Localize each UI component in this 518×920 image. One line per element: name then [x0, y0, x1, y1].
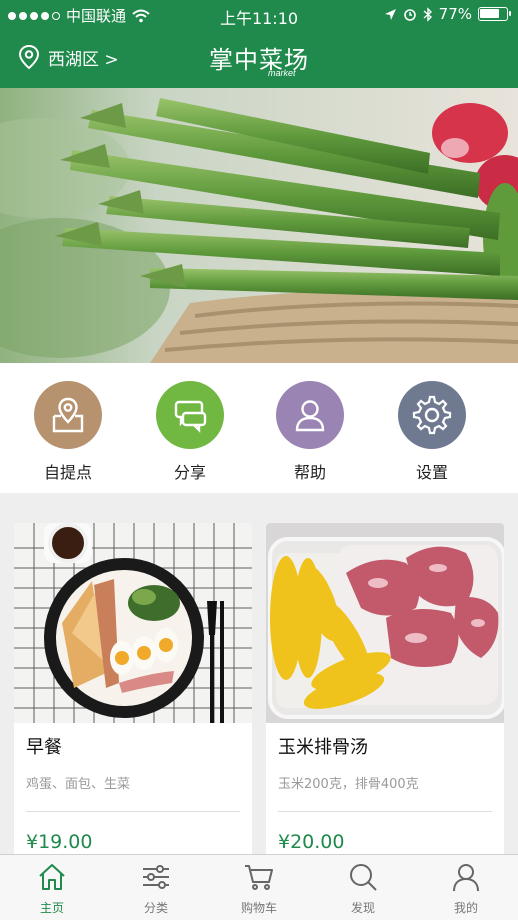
person-icon — [295, 400, 325, 432]
gear-icon — [412, 395, 452, 435]
tab-discover[interactable]: 发现 — [311, 861, 415, 916]
product-image — [266, 523, 504, 723]
brand-logo: 掌中菜场 market — [209, 46, 309, 78]
quick-nav: 自提点 分享 帮助 设置 — [0, 363, 518, 493]
quick-item-label: 分享 — [173, 463, 206, 482]
tab-mine[interactable]: 我的 — [414, 861, 518, 916]
divider — [26, 811, 240, 812]
tab-label: 发现 — [350, 901, 375, 915]
quick-item-help[interactable]: 帮助 — [260, 381, 360, 483]
status-bar: 中国联通 上午11:10 77% — [0, 0, 518, 30]
search-icon — [350, 864, 377, 891]
quick-item-label: 帮助 — [293, 463, 326, 482]
map-pin-icon — [52, 397, 84, 433]
sliders-icon — [143, 865, 169, 889]
promo-banner[interactable] — [0, 88, 518, 363]
product-name: 早餐 — [26, 737, 62, 758]
quick-item-pickup[interactable]: 自提点 — [18, 381, 118, 483]
divider — [278, 811, 492, 812]
tab-label: 分类 — [143, 901, 168, 915]
quick-item-share[interactable]: 分享 — [140, 381, 240, 483]
breakfast-plate-image — [14, 523, 252, 723]
top-bar: 中国联通 上午11:10 77% 西湖区 > 掌中菜场 market — [0, 0, 518, 88]
quick-item-label: 设置 — [415, 463, 448, 482]
product-grid: 早餐 鸡蛋、面包、生菜 ¥19.00 玉米排骨汤 玉米200克，排骨400克 ¥… — [0, 510, 518, 863]
pickup-icon-circle — [34, 381, 102, 449]
product-image — [14, 523, 252, 723]
chat-bubbles-icon — [174, 400, 207, 433]
settings-icon-circle — [398, 381, 466, 449]
battery-icon — [478, 7, 511, 21]
tab-label: 我的 — [453, 901, 478, 915]
corn-ribs-image — [266, 523, 504, 723]
product-card-corn-rib-soup[interactable]: 玉米排骨汤 玉米200克，排骨400克 ¥20.00 — [266, 523, 504, 863]
alarm-icon — [403, 9, 416, 21]
location-arrow-icon — [384, 8, 396, 20]
tab-home[interactable]: 主页 — [0, 861, 104, 916]
product-price: ¥19.00 — [26, 831, 93, 853]
tab-label: 主页 — [39, 901, 64, 915]
quick-item-settings[interactable]: 设置 — [382, 381, 482, 483]
bluetooth-icon — [423, 6, 432, 22]
cart-icon — [245, 865, 273, 890]
product-price: ¥20.00 — [278, 831, 345, 853]
tab-cart[interactable]: 购物车 — [207, 861, 311, 916]
tab-label: 购物车 — [240, 901, 277, 915]
bottom-tab-bar: 主页 分类 购物车 发现 我的 — [0, 854, 518, 920]
battery-percent: 77% — [438, 5, 472, 23]
banner-image — [0, 88, 518, 363]
quick-item-label: 自提点 — [43, 463, 92, 482]
share-icon-circle — [156, 381, 224, 449]
user-icon — [453, 864, 479, 892]
help-icon-circle — [276, 381, 344, 449]
app-header: 西湖区 > 掌中菜场 market — [0, 32, 518, 84]
product-name: 玉米排骨汤 — [278, 737, 368, 758]
tab-category[interactable]: 分类 — [104, 861, 208, 916]
product-description: 鸡蛋、面包、生菜 — [26, 777, 131, 792]
product-description: 玉米200克，排骨400克 — [278, 777, 419, 792]
home-icon — [39, 864, 65, 890]
product-card-breakfast[interactable]: 早餐 鸡蛋、面包、生菜 ¥19.00 — [14, 523, 252, 863]
